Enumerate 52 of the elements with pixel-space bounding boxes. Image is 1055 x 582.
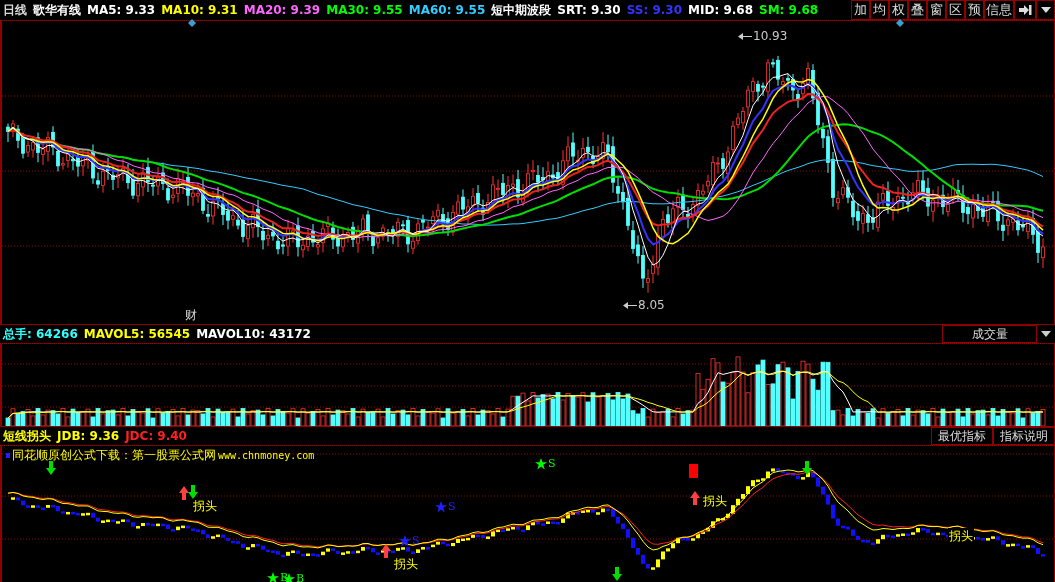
leader-arrow-icon bbox=[623, 301, 637, 309]
legend-text: MA60: 9.55 bbox=[408, 3, 486, 17]
toolbar-button[interactable]: 权 bbox=[889, 0, 908, 20]
signal-label: B bbox=[280, 571, 289, 582]
legend-text: MAVOL10: 43172 bbox=[196, 327, 311, 341]
legend-text: 总手: 64266 bbox=[3, 325, 78, 343]
toolbar-button[interactable]: 均 bbox=[870, 0, 889, 20]
legend-text: 短中期波段 bbox=[491, 1, 552, 19]
signal-label: 拐头 bbox=[192, 498, 218, 515]
panel-button[interactable]: 成交量 bbox=[942, 325, 1037, 343]
signal-label: 拐头 bbox=[393, 556, 419, 573]
legend-text: MA20: 9.39 bbox=[243, 3, 321, 17]
legend-text: MA10: 9.31 bbox=[161, 3, 238, 17]
price-label-text: 8.05 bbox=[638, 298, 665, 312]
legend-text: MA30: 9.55 bbox=[326, 3, 403, 17]
signal-label: B bbox=[296, 572, 305, 582]
toolbar-button[interactable]: 窗 bbox=[927, 0, 946, 20]
legend-text: 歌华有线 bbox=[33, 1, 81, 19]
legend-text: MID: 9.68 bbox=[688, 3, 753, 17]
legend-text: SRT: 9.30 bbox=[557, 3, 621, 17]
panel-button[interactable]: 指标说明 bbox=[993, 427, 1055, 445]
legend-text: MA5: 9.33 bbox=[87, 3, 156, 17]
legend-text: JDC: 9.40 bbox=[125, 429, 187, 443]
legend-text: 短线拐头 bbox=[3, 427, 51, 445]
website-text: www.chnmoney.com bbox=[218, 450, 315, 461]
skip-end-button[interactable] bbox=[1014, 0, 1036, 20]
notice-text: 同花顺原创公式下载：第一股票公式网 bbox=[12, 447, 216, 464]
signal-label: S bbox=[448, 500, 456, 513]
leader-arrow-icon bbox=[738, 32, 752, 40]
skip-end-icon bbox=[1018, 4, 1032, 16]
event-mark-text: 财 bbox=[185, 307, 197, 324]
legend-text: SS: 9.30 bbox=[626, 3, 683, 17]
signal-label: S bbox=[412, 534, 420, 547]
toolbar-button[interactable]: 区 bbox=[946, 0, 965, 20]
legend-text: JDB: 9.36 bbox=[57, 429, 120, 443]
diamond-icon bbox=[188, 19, 196, 27]
toolbar-button[interactable]: 信息 bbox=[984, 0, 1014, 20]
caret-icon bbox=[1041, 331, 1051, 337]
legend-text: SM: 9.68 bbox=[759, 3, 819, 17]
signal-label: 拐头 bbox=[948, 528, 974, 545]
price-label-text: 10.93 bbox=[753, 29, 788, 43]
toolbar-button[interactable]: 预 bbox=[965, 0, 984, 20]
legend-text: 日线 bbox=[3, 1, 27, 19]
toolbar-button[interactable]: 叠 bbox=[908, 0, 927, 20]
bullet-icon bbox=[6, 453, 10, 458]
signal-label: S bbox=[548, 457, 556, 470]
toolbar-button[interactable]: 加 bbox=[851, 0, 870, 20]
signal-label: 拐头 bbox=[702, 493, 728, 510]
caret-icon bbox=[1040, 7, 1051, 13]
legend-text: MAVOL5: 56545 bbox=[83, 327, 191, 341]
dropdown-button[interactable] bbox=[1036, 0, 1055, 20]
panel-button[interactable]: 最优指标 bbox=[931, 427, 993, 445]
